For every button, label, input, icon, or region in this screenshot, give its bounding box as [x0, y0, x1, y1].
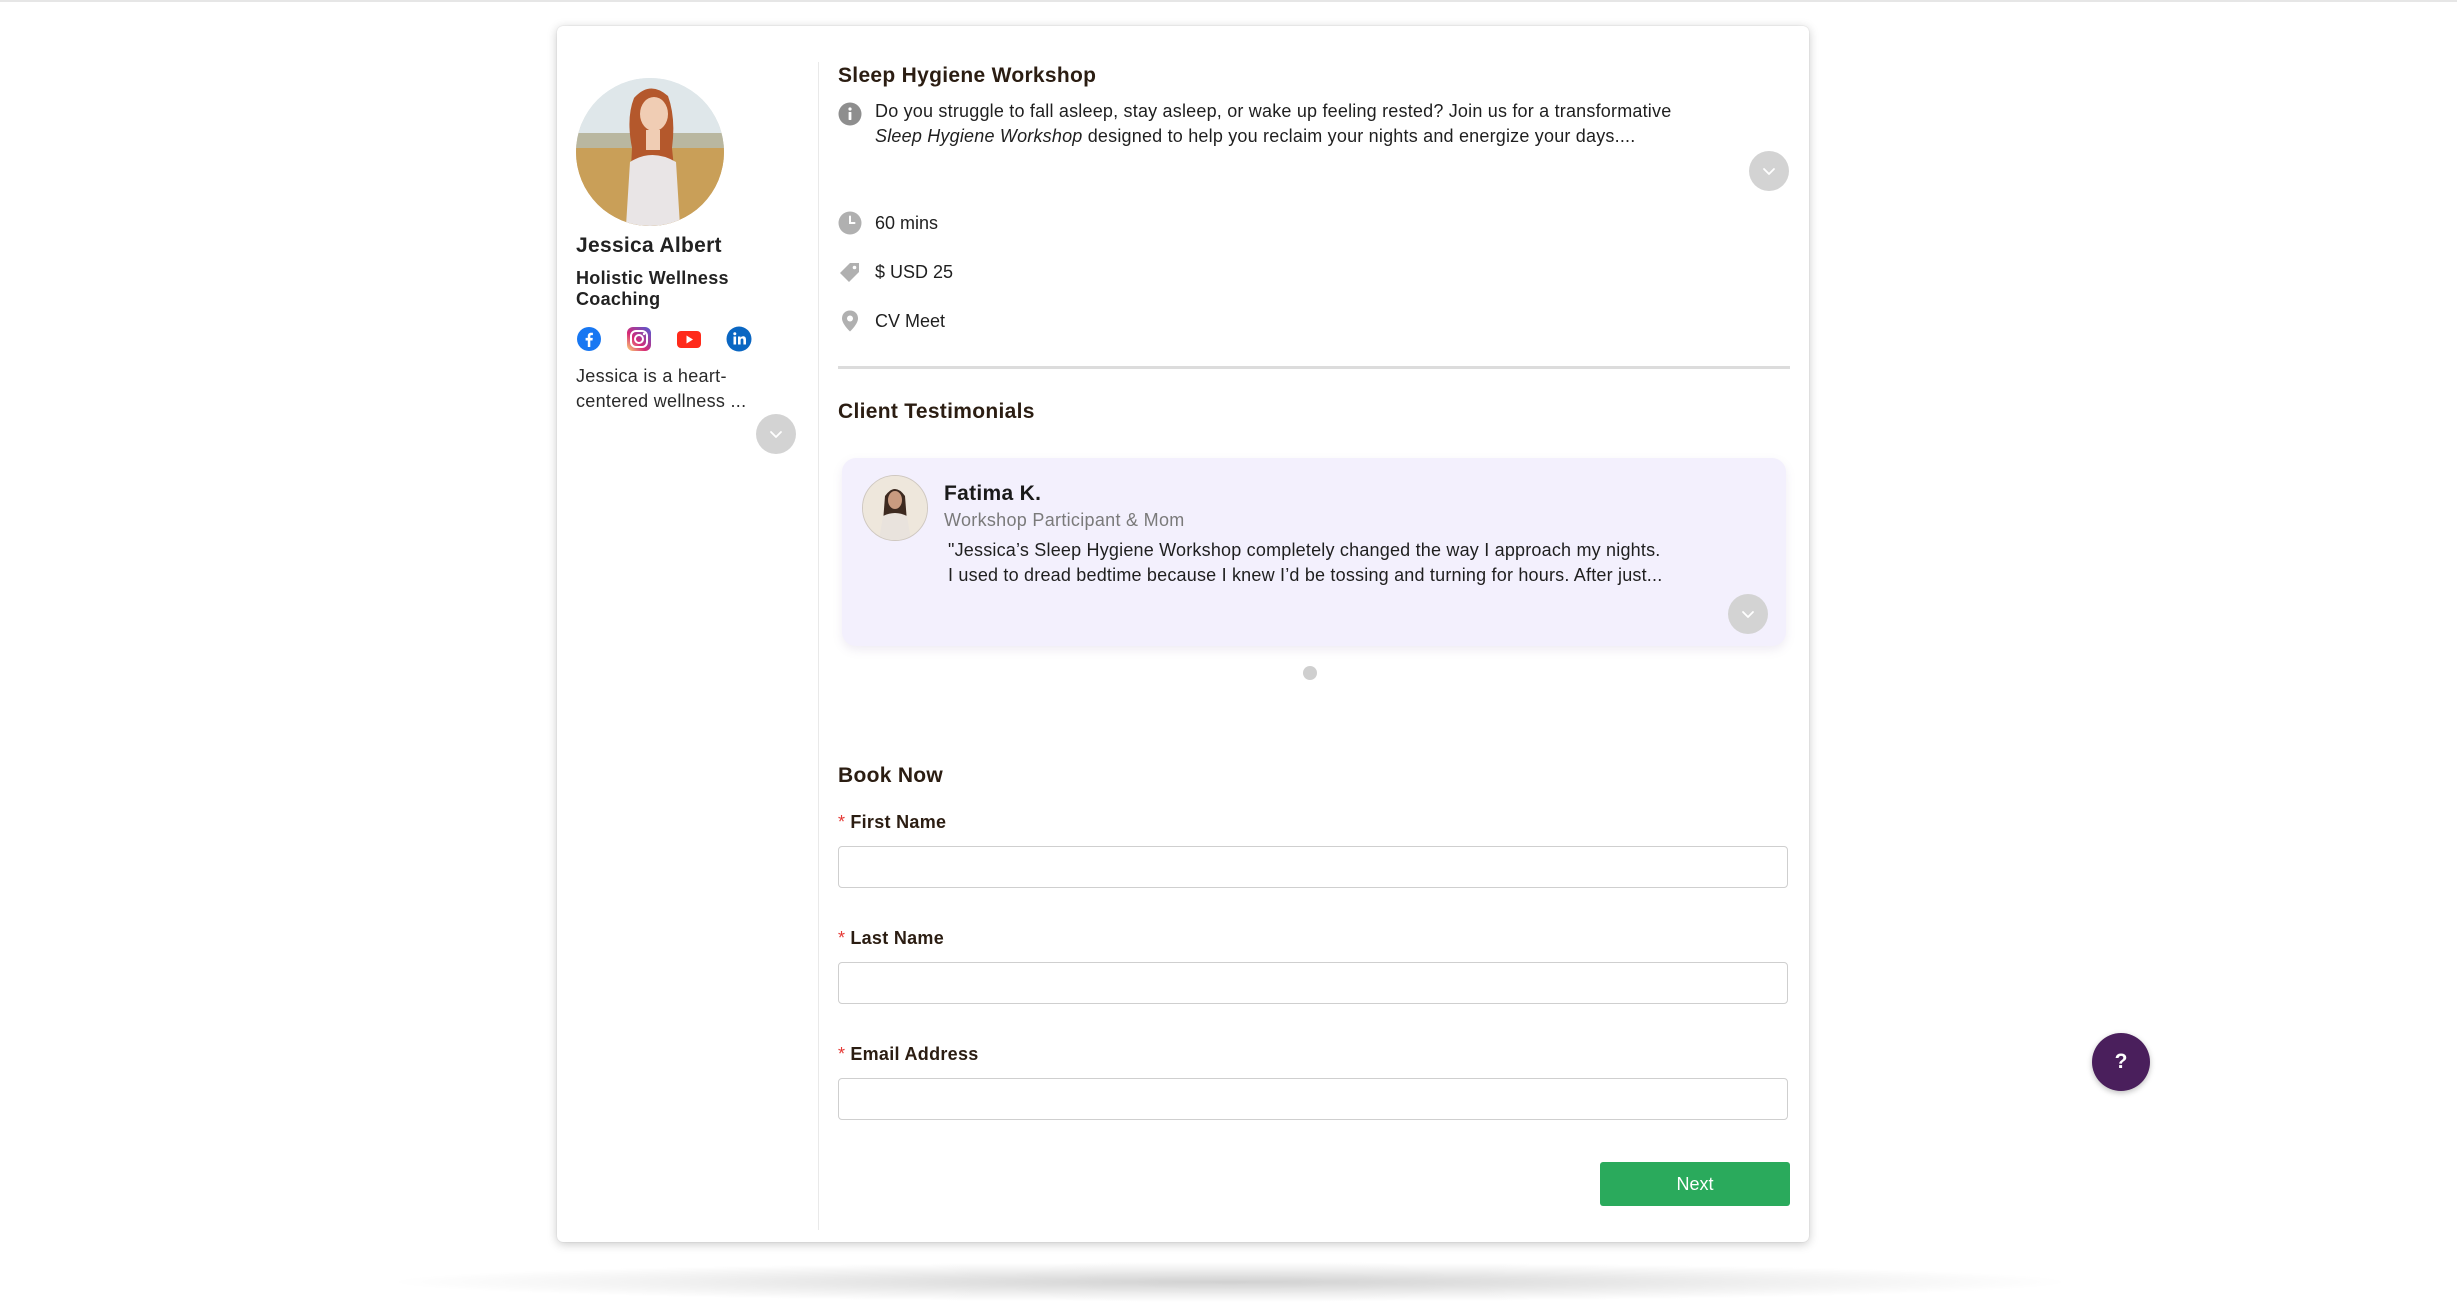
booking-card: Jessica Albert Holistic Wellness Coachin… — [557, 26, 1809, 1242]
top-border — [0, 0, 2457, 2]
last-name-label-text: Last Name — [850, 928, 945, 948]
expand-description-button[interactable] — [1749, 151, 1789, 191]
event-description-text: Do you struggle to fall asleep, stay asl… — [875, 101, 1672, 121]
required-mark: * — [838, 928, 846, 948]
event-description: Do you struggle to fall asleep, stay asl… — [875, 99, 1775, 149]
event-title: Sleep Hygiene Workshop — [838, 64, 1097, 87]
testimonial-quote-line: "Jessica’s Sleep Hygiene Workshop comple… — [948, 540, 1661, 560]
testimonial-quote: "Jessica’s Sleep Hygiene Workshop comple… — [948, 538, 1768, 588]
coach-title: Holistic Wellness Coaching — [576, 268, 729, 309]
instagram-icon[interactable] — [626, 326, 652, 352]
testimonial-name: Fatima K. — [944, 482, 1042, 505]
email-label-text: Email Address — [850, 1044, 979, 1064]
event-description-italic: Sleep Hygiene Workshop — [875, 126, 1083, 146]
next-button[interactable]: Next — [1600, 1162, 1790, 1206]
duration-value: 60 mins — [875, 212, 939, 233]
first-name-label-text: First Name — [850, 812, 947, 832]
last-name-input[interactable] — [838, 962, 1788, 1004]
location-row: CV Meet — [838, 309, 945, 333]
section-divider — [838, 366, 1790, 369]
price-value: $ USD 25 — [875, 261, 954, 282]
coach-bio-line: centered wellness ... — [576, 391, 747, 411]
coach-name: Jessica Albert — [576, 234, 722, 257]
event-description-text: designed to help you reclaim your nights… — [1082, 126, 1636, 146]
info-icon — [838, 102, 862, 126]
testimonial-quote-line: I used to dread bedtime because I knew I… — [948, 565, 1663, 585]
clock-icon — [838, 211, 862, 235]
testimonial-avatar — [862, 475, 928, 541]
chevron-down-icon — [1742, 611, 1754, 618]
price-row: $ USD 25 — [838, 260, 953, 284]
location-value: CV Meet — [875, 310, 946, 331]
coach-avatar — [576, 78, 724, 226]
first-name-input[interactable] — [838, 846, 1788, 888]
testimonial-card: Fatima K. Workshop Participant & Mom "Je… — [842, 458, 1786, 646]
carousel-dot[interactable] — [1303, 666, 1317, 680]
panel-divider — [818, 62, 819, 1230]
footer-shadow — [380, 1262, 2080, 1302]
email-input[interactable] — [838, 1078, 1788, 1120]
first-name-label: * First Name — [838, 812, 946, 833]
linkedin-icon[interactable] — [726, 326, 752, 352]
testimonials-heading: Client Testimonials — [838, 400, 1035, 423]
chevron-down-icon — [770, 431, 782, 438]
last-name-label: * Last Name — [838, 928, 944, 949]
coach-bio-line: Jessica is a heart- — [576, 366, 727, 386]
required-mark: * — [838, 1044, 846, 1064]
required-mark: * — [838, 812, 846, 832]
email-label: * Email Address — [838, 1044, 979, 1065]
coach-bio: Jessica is a heart- centered wellness ..… — [576, 364, 776, 414]
testimonial-role: Workshop Participant & Mom — [944, 510, 1185, 530]
social-links — [576, 326, 752, 352]
expand-testimonial-button[interactable] — [1728, 594, 1768, 634]
price-tag-icon — [840, 263, 859, 282]
duration-row: 60 mins — [838, 211, 938, 235]
location-pin-icon — [842, 310, 858, 332]
book-now-heading: Book Now — [838, 764, 944, 787]
facebook-icon[interactable] — [576, 326, 602, 352]
chevron-down-icon — [1763, 168, 1775, 175]
help-button[interactable]: ? — [2092, 1033, 2150, 1091]
youtube-icon[interactable] — [676, 326, 702, 352]
expand-bio-button[interactable] — [756, 414, 796, 454]
